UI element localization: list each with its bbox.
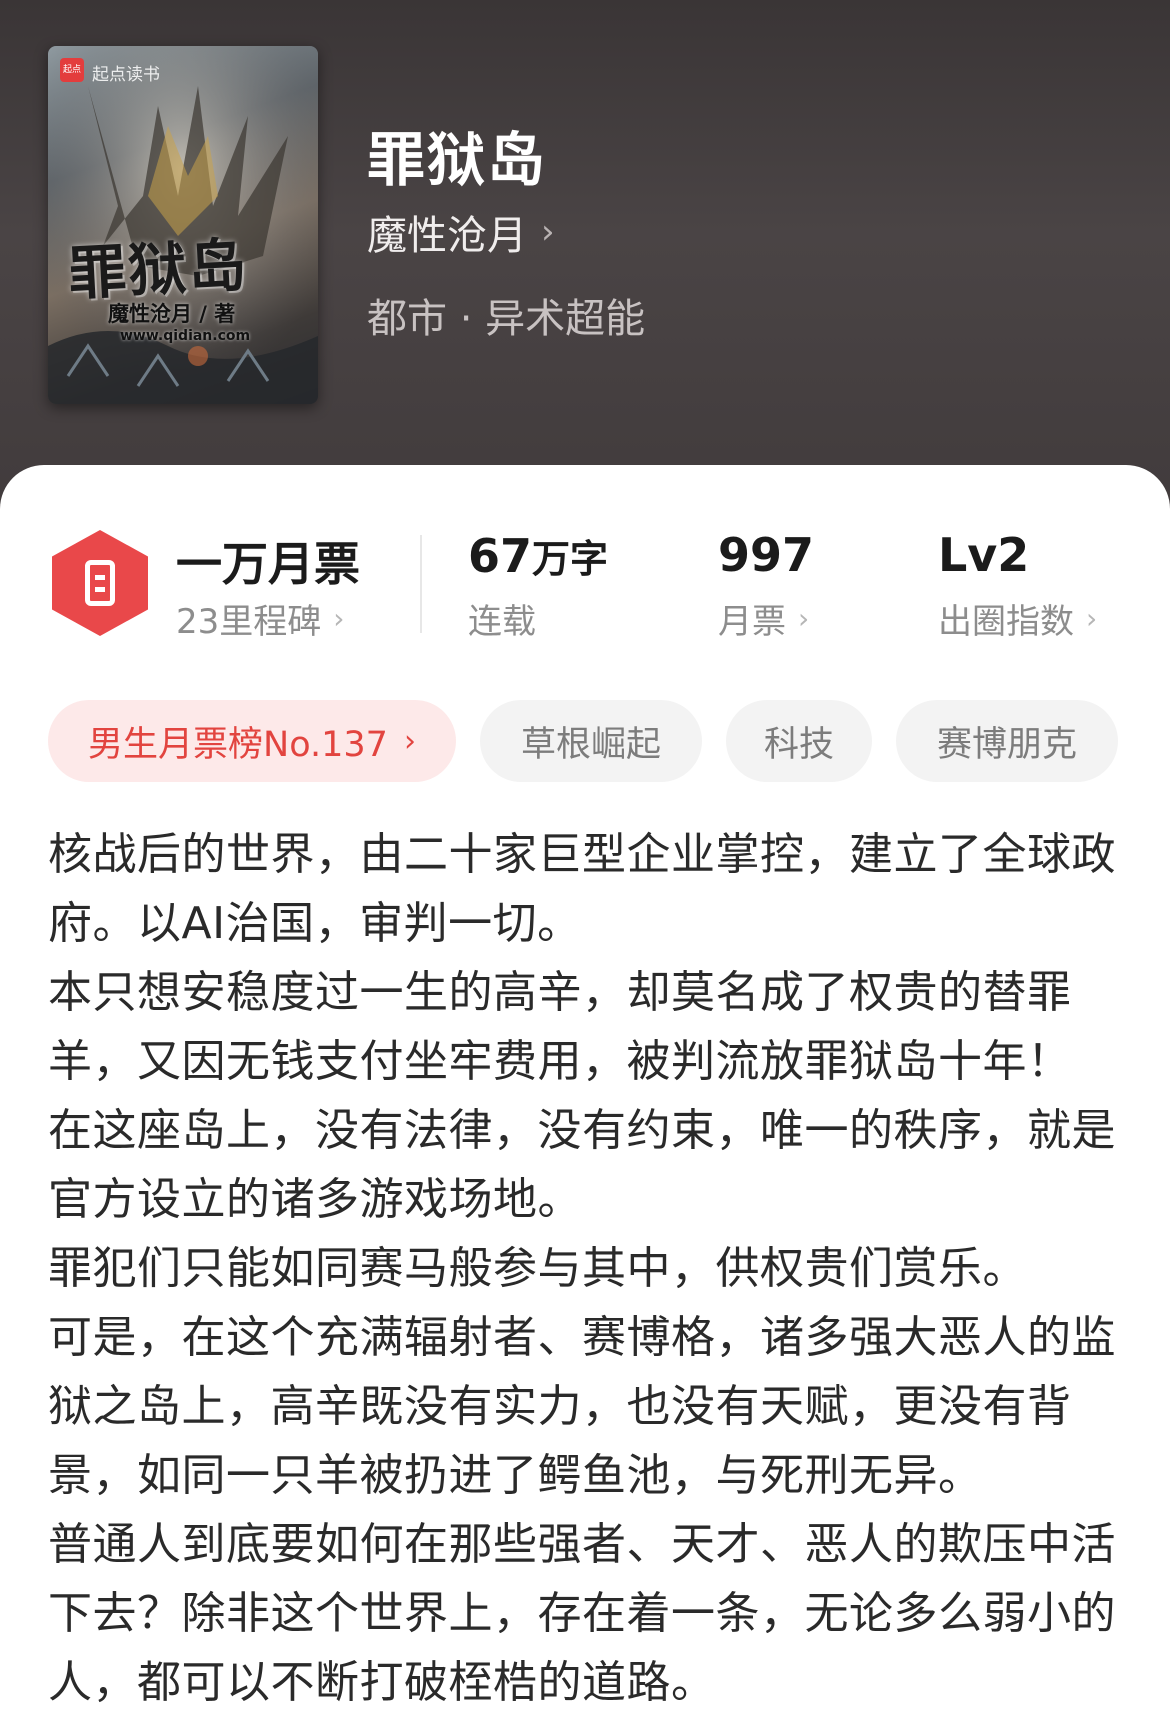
monthly-votes-link[interactable]: 月票 › bbox=[718, 594, 809, 643]
tag-chip[interactable]: 草根崛起 bbox=[480, 700, 702, 782]
cover-publisher-text: 起点读书 bbox=[92, 65, 160, 85]
serial-status-label: 连载 bbox=[468, 602, 536, 642]
milestone-link[interactable]: 23里程碑 › bbox=[176, 594, 344, 643]
chevron-right-icon: › bbox=[541, 212, 555, 252]
book-header: 起点 起点读书 罪狱岛 魔性沧月 / 著 www.qidian.com 罪狱岛 … bbox=[0, 0, 1170, 520]
milestone-label: 23里程碑 bbox=[176, 602, 322, 642]
synopsis-paragraph: 在这座岛上，没有法律，没有约束，唯一的秩序，就是官方设立的诸多游戏场地。 bbox=[48, 1105, 1116, 1225]
genre-label: 都市 · 异术超能 bbox=[367, 296, 646, 342]
book-cover-image[interactable]: 起点 起点读书 罪狱岛 魔性沧月 / 著 www.qidian.com bbox=[48, 46, 318, 404]
rank-tag[interactable]: 男生月票榜No.137 › bbox=[48, 700, 456, 782]
word-count-value: 67 bbox=[468, 529, 533, 583]
cover-site: www.qidian.com bbox=[120, 328, 251, 344]
synopsis-paragraph: 罪犯们只能如同赛马般参与其中，供权贵们赏乐。 bbox=[48, 1243, 1027, 1294]
popularity-label: 出圈指数 bbox=[938, 602, 1074, 642]
synopsis-paragraph: 普通人到底要如何在那些强者、天才、恶人的欺压中活下去？除非这个世界上，存在着一条… bbox=[48, 1519, 1116, 1708]
author-name: 魔性沧月 bbox=[367, 213, 527, 259]
chevron-right-icon: › bbox=[1086, 602, 1098, 635]
tag-chip[interactable]: 科技 bbox=[726, 700, 872, 782]
synopsis-paragraph: 本只想安稳度过一生的高辛，却莫名成了权贵的替罪羊，又因无钱支付坐牢费用，被判流放… bbox=[48, 967, 1072, 1087]
monthly-votes-value: 997 bbox=[718, 528, 815, 582]
serial-status: 连载 bbox=[468, 594, 536, 643]
stats-divider bbox=[420, 535, 422, 633]
chevron-right-icon: › bbox=[333, 602, 345, 635]
author-link[interactable]: 魔性沧月 › bbox=[367, 208, 555, 259]
popularity-link[interactable]: 出圈指数 › bbox=[938, 594, 1097, 643]
word-count-unit: 万字 bbox=[532, 537, 609, 581]
publisher-logo: 起点 bbox=[60, 58, 84, 82]
synopsis-paragraph: 核战后的世界，由二十家巨型企业掌控，建立了全球政府。以AI治国，审判一切。 bbox=[48, 829, 1116, 949]
cover-author: 魔性沧月 / 著 bbox=[108, 302, 236, 326]
book-synopsis: 核战后的世界，由二十家巨型企业掌控，建立了全球政府。以AI治国，审判一切。 本只… bbox=[48, 820, 1128, 1717]
chevron-right-icon: › bbox=[798, 602, 810, 635]
chevron-right-icon: › bbox=[403, 723, 416, 759]
word-count: 67万字 bbox=[468, 528, 608, 583]
cover-title: 罪狱岛 bbox=[66, 230, 250, 309]
monthly-votes-label: 月票 bbox=[718, 602, 786, 642]
popularity-value: Lv2 bbox=[938, 528, 1030, 582]
milestone-title: 一万月票 bbox=[176, 537, 360, 591]
rank-tag-label: 男生月票榜No.137 bbox=[88, 724, 388, 765]
book-title: 罪狱岛 bbox=[367, 126, 548, 194]
tag-chip[interactable]: 赛博朋克 bbox=[896, 700, 1118, 782]
synopsis-paragraph: 可是，在这个充满辐射者、赛博格，诸多强大恶人的监狱之岛上，高辛既没有实力，也没有… bbox=[48, 1312, 1116, 1501]
